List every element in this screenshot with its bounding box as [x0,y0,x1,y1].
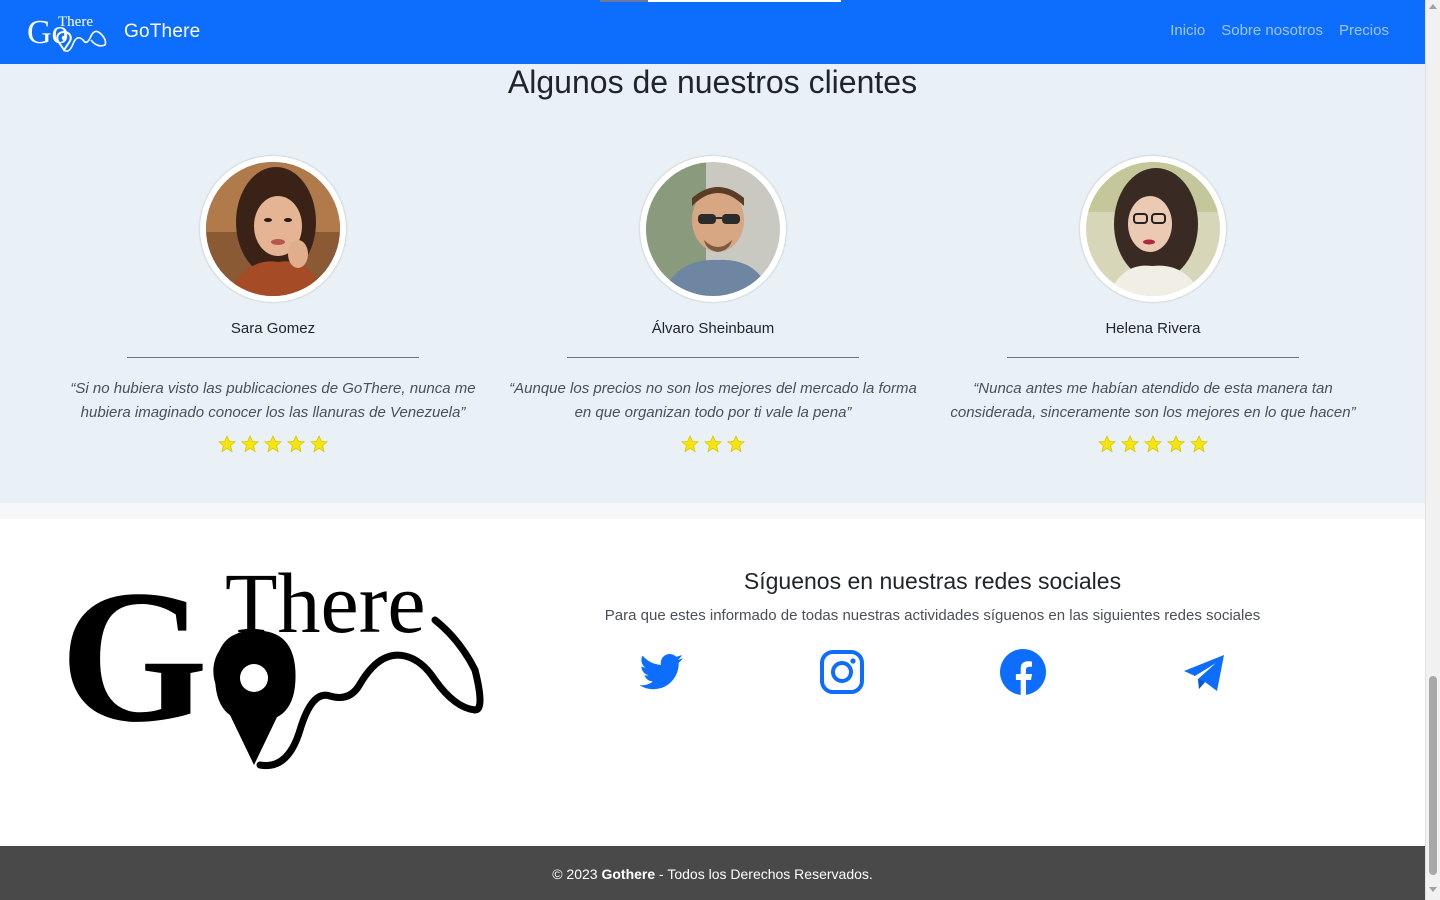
star-icon [264,435,282,453]
scrollbar-thumb[interactable] [1429,676,1437,875]
client-quote: “Nunca antes me habían atendido de esta … [950,380,1356,421]
star-icon [241,435,259,453]
avatar-sara [206,162,340,296]
star-icon [681,435,699,453]
social-icons [0,648,1425,698]
divider [1007,357,1299,358]
star-icon [287,435,305,453]
client-name: Álvaro Sheinbaum [651,320,775,337]
client-card: Sara Gomez “Si no hubiera visto las publ… [53,156,493,453]
footer: © 2023 Gothere - Todos los Derechos Rese… [0,846,1425,900]
svg-text:There: There [58,14,93,30]
footer-suffix: - Todos los Derechos Reservados. [655,866,873,882]
page-scrollbar[interactable] [1425,0,1440,900]
twitter-icon[interactable] [636,648,686,698]
section-divider [0,503,1425,519]
star-icon [1190,435,1208,453]
client-name: Helena Rivera [1105,320,1201,337]
brand-name: GoThere [124,21,201,42]
divider [567,357,859,358]
client-card: Álvaro Sheinbaum “Aunque los precios no … [493,156,933,453]
star-icon [1121,435,1139,453]
star-icon [727,435,745,453]
navbar: Go There GoThere Inicio Sobre nosotros P… [0,0,1425,64]
telegram-icon[interactable] [1180,648,1230,698]
social-subtitle: Para que estes informado de todas nuestr… [604,607,1261,624]
nav-link-inicio[interactable]: Inicio [1170,22,1205,39]
avatar-frame [640,156,786,302]
scroll-up-arrow-icon[interactable] [1429,4,1437,9]
rating-stars [933,435,1373,453]
nav-scroll-indicator [600,0,841,2]
avatar-frame [1080,156,1226,302]
brand-link[interactable]: Go There GoThere [27,10,200,54]
footer-prefix: © 2023 [552,866,602,882]
testimonials-title: Algunos de nuestros clientes [507,64,918,100]
client-quote: “Si no hubiera visto las publicaciones d… [70,380,476,421]
star-icon [218,435,236,453]
avatar-alvaro [646,162,780,296]
client-name: Sara Gomez [230,320,316,337]
facebook-icon[interactable] [998,648,1048,698]
nav-link-sobre-nosotros[interactable]: Sobre nosotros [1221,22,1323,39]
divider [127,357,419,358]
star-icon [1167,435,1185,453]
star-icon [1144,435,1162,453]
gothere-logo: Go There [27,14,107,52]
rating-stars [493,435,933,453]
social-title: Síguenos en nuestras redes sociales [743,568,1122,594]
nav-links: Inicio Sobre nosotros Precios [1170,22,1389,39]
nav-link-precios[interactable]: Precios [1339,22,1389,39]
testimonials-section: Algunos de nuestros clientes Sara Gomez … [0,0,1425,503]
star-icon [310,435,328,453]
avatar-frame [200,156,346,302]
star-icon [1098,435,1116,453]
avatar-helena [1086,162,1220,296]
instagram-icon[interactable] [817,648,867,698]
footer-brand: Gothere [601,866,656,882]
client-quote: “Aunque los precios no son los mejores d… [509,380,917,421]
rating-stars [53,435,493,453]
star-icon [704,435,722,453]
client-card: Helena Rivera “Nunca antes me habían ate… [933,156,1373,453]
scroll-down-arrow-icon[interactable] [1429,887,1437,892]
